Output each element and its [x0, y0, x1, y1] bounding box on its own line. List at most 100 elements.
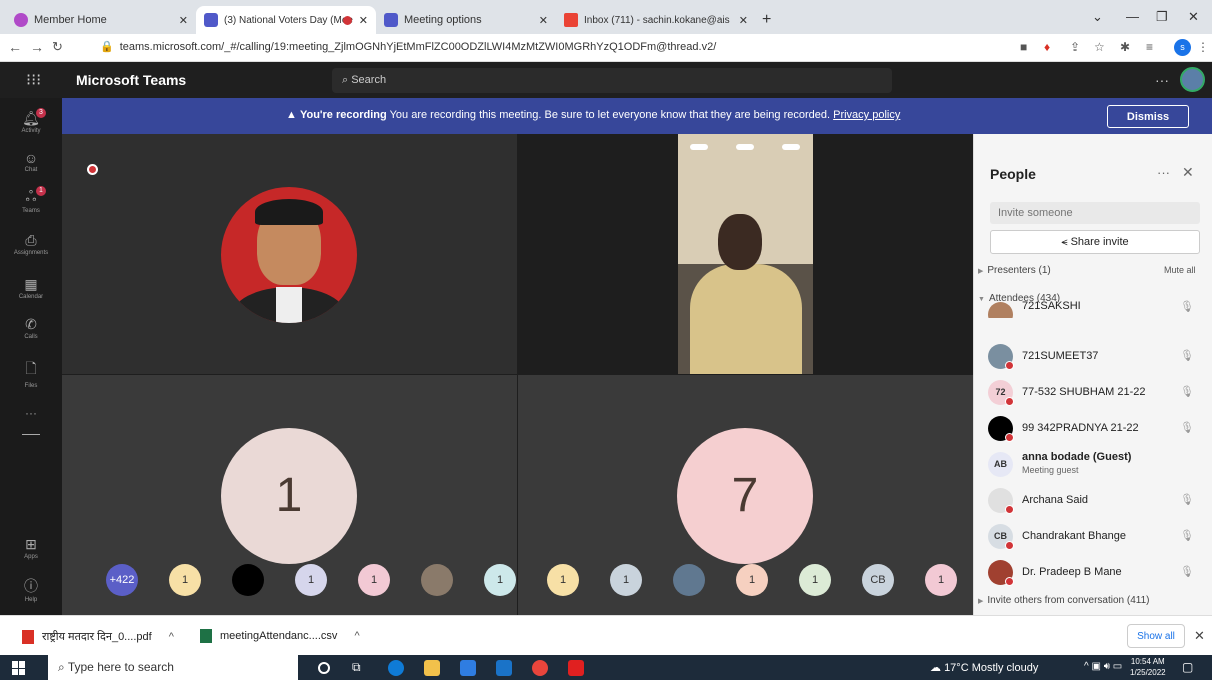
participant-chip[interactable]: 1: [547, 564, 579, 596]
tab-close-icon[interactable]: ✕: [359, 14, 368, 27]
list-item[interactable]: AB anna bodade (Guest) Meeting guest: [988, 450, 1208, 480]
store-icon[interactable]: [460, 660, 476, 676]
mic-muted-icon[interactable]: 🎙︎: [1180, 565, 1194, 578]
acrobat-icon[interactable]: [568, 660, 584, 676]
video-tile[interactable]: [518, 134, 973, 374]
list-item[interactable]: Archana Said 🎙︎: [988, 486, 1208, 516]
tab-favicon-icon: [14, 13, 28, 27]
participant-chip[interactable]: [421, 564, 453, 596]
weather-widget[interactable]: ☁ 17°C Mostly cloudy: [930, 661, 1038, 674]
mic-muted-icon[interactable]: 🎙︎: [1180, 300, 1194, 313]
reload-icon[interactable]: ↻: [52, 39, 63, 55]
participant-chip[interactable]: +422: [106, 564, 138, 596]
invite-others-section[interactable]: ▶ Invite others from conversation (411): [978, 595, 1150, 606]
participant-chip[interactable]: 1: [736, 564, 768, 596]
download-item[interactable]: meetingAttendanc....csv ^: [200, 629, 360, 643]
more-options-icon[interactable]: ···: [1155, 72, 1169, 88]
restore-icon[interactable]: ❐: [1156, 9, 1168, 25]
participant-chip[interactable]: CB: [862, 564, 894, 596]
close-icon[interactable]: ✕: [1182, 164, 1194, 181]
back-icon[interactable]: ←: [8, 39, 22, 55]
rail-item-activity[interactable]: 🔔︎ 3 Activity: [0, 108, 62, 134]
windows-start-icon[interactable]: [12, 661, 26, 675]
new-tab-icon[interactable]: +: [762, 11, 771, 29]
cortana-icon[interactable]: [318, 662, 330, 674]
taskbar-search[interactable]: ⌕ Type here to search: [48, 655, 298, 680]
search-input[interactable]: ⌕ Search: [332, 68, 892, 93]
camera-icon[interactable]: ■: [1020, 40, 1027, 54]
mic-muted-icon[interactable]: 🎙︎: [1180, 493, 1194, 506]
forward-icon[interactable]: →: [30, 39, 44, 55]
participant-chip[interactable]: [232, 564, 264, 596]
participant-chip[interactable]: 1: [484, 564, 516, 596]
tab-close-icon[interactable]: ✕: [739, 14, 748, 27]
participant-chip[interactable]: 1: [169, 564, 201, 596]
more-apps-icon[interactable]: ···: [0, 406, 62, 420]
list-item[interactable]: 99 342PRADNYA 21-22 🎙︎: [988, 414, 1208, 444]
list-item[interactable]: 721SAKSHI 🎙︎: [988, 300, 1208, 318]
extension-icon[interactable]: ♦: [1044, 40, 1050, 54]
presenters-section[interactable]: ▶ Presenters (1): [978, 265, 1051, 276]
file-explorer-icon[interactable]: [424, 660, 440, 676]
rail-item-help[interactable]: ⓘ Help: [0, 576, 62, 603]
rail-item-teams[interactable]: ஃ 1 Teams: [0, 186, 62, 214]
tab-close-icon[interactable]: ✕: [539, 14, 548, 27]
extensions-puzzle-icon[interactable]: ✱: [1120, 40, 1130, 54]
browser-tab[interactable]: Member Home ✕: [6, 6, 196, 34]
rail-item-chat[interactable]: ☺ Chat: [0, 150, 62, 173]
participant-chip[interactable]: 1: [358, 564, 390, 596]
avatar[interactable]: [1180, 67, 1205, 92]
download-item[interactable]: राष्ट्रीय मतदार दिन_0....pdf ^: [22, 629, 174, 645]
participant-chip[interactable]: [673, 564, 705, 596]
browser-tab-active[interactable]: (3) National Voters Day (Mee ✕: [196, 6, 376, 34]
bookmark-star-icon[interactable]: ☆: [1094, 40, 1105, 54]
mic-muted-icon[interactable]: 🎙︎: [1180, 529, 1194, 542]
list-item[interactable]: Dr. Pradeep B Mane 🎙︎: [988, 558, 1208, 588]
rail-item-apps[interactable]: ⊞ Apps: [0, 536, 62, 560]
chrome-icon[interactable]: [532, 660, 548, 676]
task-view-icon[interactable]: ⧉: [352, 660, 368, 676]
chevron-up-icon[interactable]: ^: [354, 630, 359, 642]
share-icon[interactable]: ⇪: [1070, 40, 1080, 54]
list-item[interactable]: 72 77-532 SHUBHAM 21-22 🎙︎: [988, 378, 1208, 408]
tab-search-icon[interactable]: ⌄: [1092, 9, 1103, 25]
url-field[interactable]: 🔒 teams.microsoft.com/_#/calling/19:meeti…: [100, 40, 716, 53]
minimize-icon[interactable]: —: [1126, 9, 1139, 24]
privacy-policy-link[interactable]: Privacy policy: [833, 109, 900, 121]
edge-icon[interactable]: [388, 660, 404, 676]
system-tray-icons[interactable]: ^ ▣ 🔊︎ ▭: [1084, 661, 1122, 672]
browser-menu-icon[interactable]: ⋮: [1197, 40, 1209, 54]
participant-chip[interactable]: 1: [610, 564, 642, 596]
notifications-icon[interactable]: ▢: [1182, 660, 1193, 674]
share-invite-button[interactable]: ⪪ Share invite: [990, 230, 1200, 254]
invite-input[interactable]: [990, 202, 1200, 224]
window-close-icon[interactable]: ✕: [1188, 9, 1199, 25]
list-item[interactable]: CB Chandrakant Bhange 🎙︎: [988, 522, 1208, 552]
participant-chip[interactable]: 1: [925, 564, 957, 596]
rail-item-calls[interactable]: ✆ Calls: [0, 316, 62, 340]
tab-close-icon[interactable]: ✕: [179, 14, 188, 27]
list-item[interactable]: 721SUMEET37 🎙︎: [988, 342, 1208, 372]
chevron-up-icon[interactable]: ^: [169, 631, 174, 643]
mic-muted-icon[interactable]: 🎙︎: [1180, 421, 1194, 434]
app-launcher-icon[interactable]: ⁝⁝⁝: [26, 70, 41, 90]
video-tile[interactable]: [62, 134, 517, 374]
rail-item-calendar[interactable]: ▦ Calendar: [0, 276, 62, 300]
more-options-icon[interactable]: ···: [1157, 165, 1170, 180]
show-all-button[interactable]: Show all: [1127, 624, 1185, 648]
browser-tab[interactable]: Inbox (711) - sachin.kokane@ais ✕: [556, 6, 756, 34]
rail-item-files[interactable]: 🗋 Files: [0, 358, 62, 389]
reading-list-icon[interactable]: ≡: [1146, 40, 1153, 54]
dismiss-button[interactable]: Dismiss: [1107, 105, 1189, 128]
participant-chip[interactable]: 1: [799, 564, 831, 596]
clock[interactable]: 10:54 AM 1/25/2022: [1130, 656, 1166, 678]
close-icon[interactable]: ✕: [1194, 628, 1205, 644]
rail-item-assignments[interactable]: ⎙ Assignments: [0, 232, 62, 256]
mic-muted-icon[interactable]: 🎙︎: [1180, 385, 1194, 398]
mute-all-button[interactable]: Mute all: [1164, 265, 1196, 275]
browser-tab[interactable]: Meeting options ✕: [376, 6, 556, 34]
mic-muted-icon[interactable]: 🎙︎: [1180, 349, 1194, 362]
mail-icon[interactable]: [496, 660, 512, 676]
profile-avatar[interactable]: s: [1174, 39, 1191, 56]
participant-chip[interactable]: 1: [295, 564, 327, 596]
